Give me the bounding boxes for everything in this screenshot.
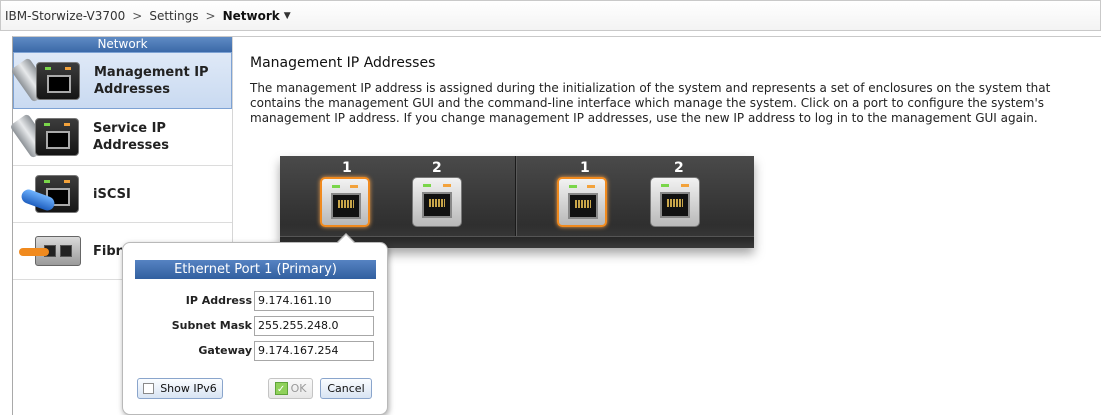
ip-address-row: IP Address 9.174.161.10 [123, 291, 389, 312]
breadcrumb-separator: > [205, 8, 216, 23]
ethernet-jack-icon [660, 192, 690, 218]
ok-label: OK [290, 382, 307, 395]
sidebar-item-service-ip[interactable]: Service IP Addresses [9, 109, 232, 166]
show-ipv6-toggle[interactable]: Show IPv6 [137, 378, 223, 399]
triangle-down-icon[interactable]: ▼ [284, 11, 291, 21]
page-description: The management IP address is assigned du… [250, 81, 1051, 125]
sidebar-item-label-line2: Addresses [94, 81, 170, 97]
sidebar-item-label: Service IP Addresses [93, 121, 169, 153]
popup-title: Ethernet Port 1 (Primary) [135, 260, 376, 279]
page-title: Management IP Addresses [250, 55, 436, 71]
subnet-mask-row: Subnet Mask 255.255.248.0 [123, 316, 389, 337]
fibre-channel-icon [19, 226, 85, 276]
ethernet-port-1-node2[interactable] [557, 177, 607, 227]
port-number: 1 [342, 160, 352, 176]
breadcrumb-separator: > [132, 8, 143, 23]
ethernet-jack-icon [422, 192, 452, 218]
breadcrumb-system[interactable]: IBM-Storwize-V3700 [5, 9, 125, 23]
ethernet-port-2-node1[interactable] [412, 177, 462, 227]
ok-button[interactable]: ✓ OK [268, 378, 313, 399]
panel-divider [515, 156, 517, 248]
ip-address-label: IP Address [185, 294, 252, 307]
cancel-button[interactable]: Cancel [320, 378, 372, 399]
breadcrumb-current[interactable]: Network [223, 9, 280, 23]
management-ip-icon [10, 56, 86, 106]
checkbox-icon [143, 383, 155, 394]
breadcrumb-settings[interactable]: Settings [149, 9, 198, 23]
sidebar-item-label: iSCSI [93, 186, 131, 202]
checkmark-icon: ✓ [274, 382, 288, 395]
ethernet-port-popup: Ethernet Port 1 (Primary) IP Address 9.1… [122, 233, 389, 415]
service-ip-icon [9, 112, 85, 162]
show-ipv6-label: Show IPv6 [160, 382, 217, 395]
subnet-mask-field[interactable]: 255.255.248.0 [254, 316, 374, 336]
ethernet-jack-icon [568, 193, 598, 219]
sidebar-title: Network [13, 37, 232, 52]
popup-pointer-inner [337, 235, 355, 244]
ethernet-port-1-node1[interactable] [320, 177, 370, 227]
gateway-field[interactable]: 9.174.167.254 [254, 341, 374, 361]
sidebar-item-iscsi[interactable]: iSCSI [13, 166, 232, 223]
sidebar-item-label: Management IP Addresses [94, 64, 209, 98]
gateway-row: Gateway 9.174.167.254 [123, 341, 389, 362]
port-number: 2 [432, 160, 442, 176]
breadcrumb: IBM-Storwize-V3700 > Settings > Network … [0, 0, 1101, 31]
ip-address-field[interactable]: 9.174.161.10 [254, 291, 374, 311]
ethernet-jack-icon [331, 193, 361, 219]
port-number: 1 [580, 160, 590, 176]
subnet-mask-label: Subnet Mask [171, 319, 252, 332]
port-number: 2 [674, 160, 684, 176]
sidebar-item-label-line1: Management IP [94, 64, 209, 80]
sidebar-item-management-ip[interactable]: Management IP Addresses [10, 52, 232, 109]
gateway-label: Gateway [198, 344, 252, 357]
ethernet-port-2-node2[interactable] [650, 177, 700, 227]
iscsi-icon [19, 169, 85, 219]
